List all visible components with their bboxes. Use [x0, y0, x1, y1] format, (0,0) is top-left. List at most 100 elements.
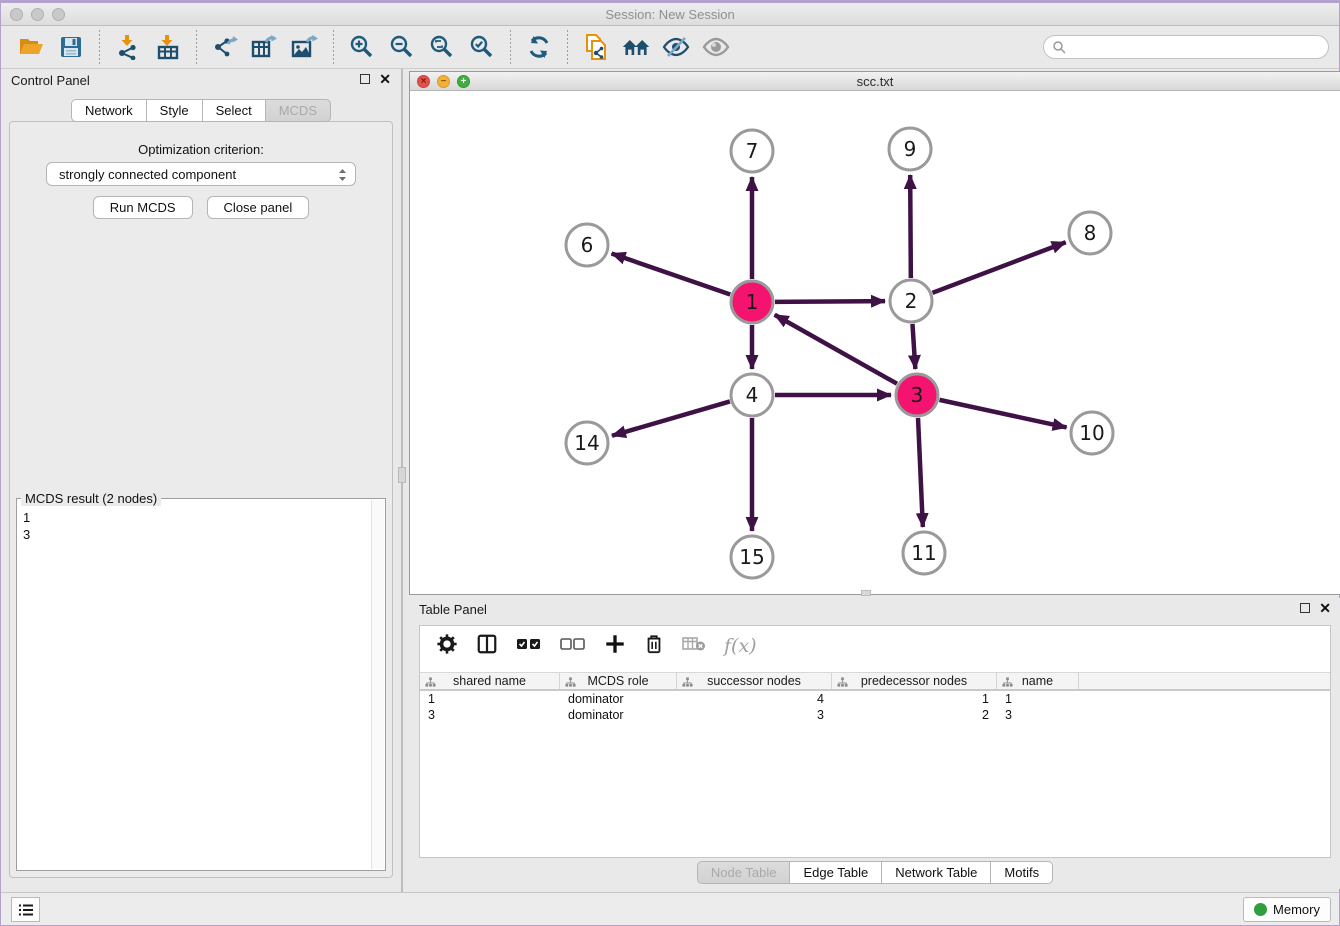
mcds-result-text[interactable]: 1 3: [23, 503, 369, 868]
tab-node-table[interactable]: Node Table: [697, 861, 791, 884]
zoom-selected-icon[interactable]: [467, 32, 497, 62]
table-row[interactable]: 3dominator323: [420, 707, 1330, 723]
optimization-criterion-value: strongly connected component: [59, 167, 236, 182]
vertical-splitter-handle[interactable]: [398, 467, 406, 483]
delete-column-icon[interactable]: [644, 633, 664, 660]
memory-label: Memory: [1273, 902, 1320, 917]
network-frame-title: scc.txt: [410, 74, 1340, 89]
save-session-icon[interactable]: [56, 32, 86, 62]
graph-node-label-14: 14: [574, 431, 599, 455]
task-history-button[interactable]: [11, 897, 40, 922]
horizontal-splitter-handle[interactable]: [861, 590, 871, 596]
column-header-successor-nodes[interactable]: successor nodes: [677, 673, 832, 689]
column-header-shared-name[interactable]: shared name: [420, 673, 560, 689]
first-neighbors-icon[interactable]: [621, 32, 651, 62]
application-window: Session: New Session: [0, 0, 1340, 926]
result-scrollbar[interactable]: [371, 500, 384, 869]
run-mcds-button[interactable]: Run MCDS: [93, 196, 193, 219]
table-cell[interactable]: 3: [677, 707, 832, 723]
toolbar-separator: [333, 30, 334, 64]
show-all-icon[interactable]: [701, 32, 731, 62]
export-table-icon[interactable]: [250, 32, 280, 62]
control-panel-title: Control Panel: [11, 73, 90, 88]
graph-edge-2-8[interactable]: [933, 242, 1066, 293]
zoom-out-icon[interactable]: [387, 32, 417, 62]
graph-edge-1-2[interactable]: [775, 301, 885, 302]
tab-mcds[interactable]: MCDS: [266, 99, 331, 122]
control-panel-float-icon[interactable]: [360, 74, 370, 84]
close-panel-button[interactable]: Close panel: [207, 196, 310, 219]
optimization-criterion-select[interactable]: strongly connected component: [46, 162, 356, 186]
select-all-check-icon[interactable]: [516, 637, 542, 656]
search-input[interactable]: [1043, 35, 1329, 59]
graph-edge-4-14[interactable]: [612, 401, 730, 435]
list-icon: [18, 903, 34, 917]
memory-button[interactable]: Memory: [1243, 897, 1331, 922]
new-network-from-selection-icon[interactable]: [581, 32, 611, 62]
network-canvas[interactable]: 7968124314101511: [410, 91, 1340, 594]
network-graph: 7968124314101511: [410, 91, 1340, 595]
table-panel-close-icon[interactable]: ✕: [1319, 603, 1331, 613]
delete-table-icon[interactable]: [682, 636, 706, 657]
zoom-in-icon[interactable]: [347, 32, 377, 62]
deselect-all-check-icon[interactable]: [560, 637, 586, 656]
column-header-predecessor-nodes[interactable]: predecessor nodes: [832, 673, 997, 689]
zoom-fit-icon[interactable]: [427, 32, 457, 62]
hide-selected-icon[interactable]: [661, 32, 691, 62]
graph-node-label-8: 8: [1084, 221, 1097, 245]
graph-edge-2-3[interactable]: [912, 324, 915, 369]
tab-motifs[interactable]: Motifs: [991, 861, 1053, 884]
table-cell[interactable]: 3: [420, 707, 560, 723]
main-toolbar: [1, 26, 1339, 69]
table-panel-tabs: Node TableEdge TableNetwork TableMotifs: [409, 861, 1340, 884]
table-cell[interactable]: 2: [832, 707, 997, 723]
graph-node-label-9: 9: [904, 137, 917, 161]
graph-edge-3-1[interactable]: [775, 315, 897, 384]
toolbar-separator: [510, 30, 511, 64]
open-session-icon[interactable]: [16, 32, 46, 62]
table-header-row: shared nameMCDS rolesuccessor nodesprede…: [420, 672, 1330, 691]
table-panel-content: f(x) shared nameMCDS rolesuccessor nodes…: [419, 625, 1331, 858]
import-table-icon[interactable]: [153, 32, 183, 62]
tab-edge-table[interactable]: Edge Table: [790, 861, 882, 884]
tab-style[interactable]: Style: [147, 99, 203, 122]
export-network-icon[interactable]: [210, 32, 240, 62]
toolbar-separator: [196, 30, 197, 64]
graph-edge-2-9[interactable]: [910, 175, 911, 278]
chevron-updown-icon: [337, 167, 348, 186]
tab-network[interactable]: Network: [71, 99, 147, 122]
graph-edge-3-11[interactable]: [918, 418, 923, 527]
graph-node-label-7: 7: [746, 139, 759, 163]
graph-edge-1-6[interactable]: [612, 253, 731, 294]
tab-network-table[interactable]: Network Table: [882, 861, 991, 884]
show-column-panel-icon[interactable]: [476, 633, 498, 660]
window-titlebar: Session: New Session: [1, 3, 1339, 26]
network-frame-titlebar[interactable]: × − + scc.txt: [410, 72, 1340, 91]
tab-select[interactable]: Select: [203, 99, 266, 122]
control-panel-close-icon[interactable]: ✕: [379, 74, 391, 84]
table-cell[interactable]: 4: [677, 691, 832, 707]
table-settings-icon[interactable]: [436, 633, 458, 660]
table-cell[interactable]: 1: [420, 691, 560, 707]
table-toolbar: f(x): [420, 626, 1330, 666]
table-cell[interactable]: 1: [832, 691, 997, 707]
window-title: Session: New Session: [1, 7, 1339, 22]
table-cell[interactable]: 3: [997, 707, 1079, 723]
graph-node-label-10: 10: [1079, 421, 1104, 445]
search-icon: [1052, 40, 1066, 59]
control-panel: Control Panel ✕ NetworkStyleSelectMCDS O…: [1, 69, 403, 892]
table-row[interactable]: 1dominator411: [420, 691, 1330, 707]
table-cell[interactable]: dominator: [560, 707, 677, 723]
table-panel-float-icon[interactable]: [1300, 603, 1310, 613]
export-image-icon[interactable]: [290, 32, 320, 62]
add-column-icon[interactable]: [604, 633, 626, 660]
table-cell[interactable]: 1: [997, 691, 1079, 707]
graph-edge-3-10[interactable]: [939, 400, 1066, 428]
column-header-name[interactable]: name: [997, 673, 1079, 689]
refresh-layout-icon[interactable]: [524, 32, 554, 62]
function-builder-icon[interactable]: f(x): [724, 635, 757, 657]
toolbar-separator: [567, 30, 568, 64]
column-header-MCDS-role[interactable]: MCDS role: [560, 673, 677, 689]
table-cell[interactable]: dominator: [560, 691, 677, 707]
import-network-icon[interactable]: [113, 32, 143, 62]
